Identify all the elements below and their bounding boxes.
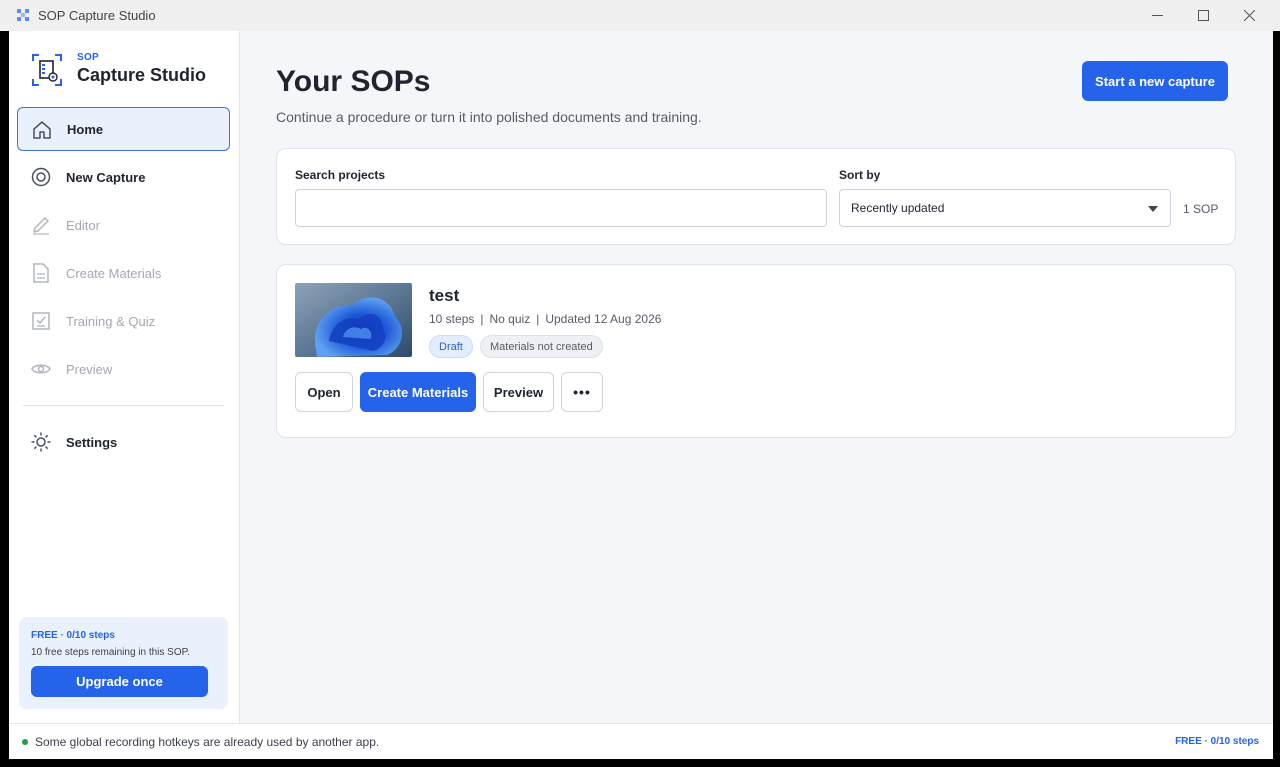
close-button[interactable] <box>1226 0 1272 31</box>
page-title: Your SOPs <box>276 65 431 98</box>
start-new-capture-button[interactable]: Start a new capture <box>1082 61 1228 101</box>
sidebar-item-label: Training & Quiz <box>66 313 156 329</box>
more-options-button[interactable]: ••• <box>561 372 603 412</box>
sidebar-divider <box>23 405 224 406</box>
search-input[interactable] <box>295 189 827 227</box>
document-icon <box>33 263 49 283</box>
filter-card: Search projects Sort by Recently updated… <box>276 148 1236 245</box>
home-icon <box>33 121 51 139</box>
status-dot-icon <box>22 739 28 745</box>
preview-button[interactable]: Preview <box>483 372 554 412</box>
sidebar-item-label: Create Materials <box>66 265 162 281</box>
page-subtitle: Continue a procedure or turn it into pol… <box>276 109 702 125</box>
project-title[interactable]: test <box>429 286 459 306</box>
sort-select[interactable]: Recently updated <box>839 189 1171 227</box>
status-badge-draft: Draft <box>429 335 473 358</box>
sidebar-item-label: Editor <box>66 217 100 233</box>
search-label: Search projects <box>295 168 386 182</box>
sort-select-value: Recently updated <box>851 201 945 215</box>
pencil-icon <box>33 217 49 235</box>
project-card: test 10 steps | No quiz | Updated 12 Aug 202… <box>276 264 1236 438</box>
create-materials-button[interactable]: Create Materials <box>360 372 476 412</box>
window-titlebar: SOP Capture Studio <box>0 0 1280 31</box>
app-icon <box>17 9 29 21</box>
project-meta: 10 steps | No quiz | Updated 12 Aug 2026 <box>429 312 661 326</box>
status-plan[interactable]: FREE · 0/10 steps <box>1175 736 1259 747</box>
brand-super: SOP <box>77 52 100 63</box>
sidebar: SOP Capture Studio Home New Capture Edit… <box>9 31 240 723</box>
gear-icon <box>31 432 51 452</box>
meta-separator: | <box>536 312 540 326</box>
capture-logo-icon <box>32 54 62 86</box>
chevron-down-icon <box>1148 206 1158 212</box>
project-count: 1 SOP <box>1183 202 1219 216</box>
meta-separator: | <box>480 312 484 326</box>
main-content: Your SOPs Continue a procedure or turn i… <box>240 31 1273 723</box>
wallpaper-bloom-image <box>295 283 412 357</box>
sidebar-item-label: Home <box>67 121 104 137</box>
sidebar-item-editor[interactable]: Editor <box>17 203 230 247</box>
sidebar-item-preview[interactable]: Preview <box>17 347 230 391</box>
sidebar-item-settings[interactable]: Settings <box>17 420 230 464</box>
project-updated: Updated 12 Aug 2026 <box>545 312 662 326</box>
sidebar-item-label: Settings <box>66 434 118 450</box>
sidebar-item-create-materials[interactable]: Create Materials <box>17 251 230 295</box>
record-icon <box>31 167 51 187</box>
plan-box: FREE · 0/10 steps 10 free steps remainin… <box>19 617 228 709</box>
app-window: SOP Capture Studio Home New Capture Edit… <box>9 31 1273 759</box>
sidebar-item-label: Preview <box>66 361 113 377</box>
project-quiz: No quiz <box>489 312 531 326</box>
status-bar: Some global recording hotkeys are alread… <box>9 723 1273 759</box>
sidebar-item-new-capture[interactable]: New Capture <box>17 155 230 199</box>
status-message: Some global recording hotkeys are alread… <box>35 735 380 749</box>
eye-icon <box>31 364 51 374</box>
brand-name: Capture Studio <box>77 65 206 85</box>
project-steps: 10 steps <box>429 312 475 326</box>
maximize-icon <box>1197 10 1209 21</box>
sidebar-item-label: New Capture <box>66 169 146 185</box>
sort-label: Sort by <box>839 168 881 182</box>
status-badge-materials: Materials not created <box>480 335 603 358</box>
maximize-button[interactable] <box>1180 0 1226 31</box>
plan-title: FREE · 0/10 steps <box>31 630 115 641</box>
upgrade-button[interactable]: Upgrade once <box>31 666 208 697</box>
checklist-icon <box>32 312 50 330</box>
sidebar-item-home[interactable]: Home <box>17 107 230 151</box>
close-icon <box>1243 10 1255 21</box>
sidebar-item-training-quiz[interactable]: Training & Quiz <box>17 299 230 343</box>
window-title: SOP Capture Studio <box>38 8 156 23</box>
project-thumbnail[interactable] <box>295 283 412 357</box>
minimize-button[interactable] <box>1134 0 1180 31</box>
open-button[interactable]: Open <box>295 372 353 412</box>
plan-description: 10 free steps remaining in this SOP. <box>31 647 190 658</box>
minimize-icon <box>1151 15 1163 16</box>
